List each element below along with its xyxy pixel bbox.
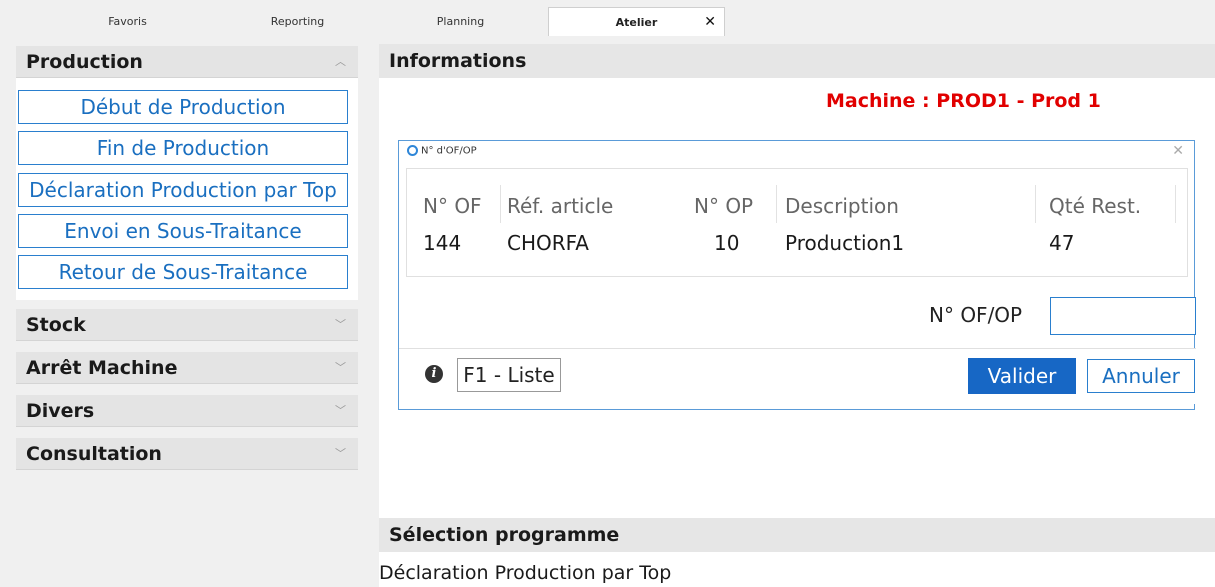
retour-sous-traitance-button[interactable]: Retour de Sous-Traitance — [18, 255, 348, 289]
debut-production-button[interactable]: Début de Production — [18, 90, 348, 124]
info-icon[interactable]: i — [425, 365, 443, 383]
column-separator — [1175, 185, 1176, 223]
section-stock-header[interactable]: Stock ﹀ — [16, 309, 358, 341]
f1-liste-button[interactable]: F1 - Liste — [457, 358, 561, 392]
cell-ref-article: CHORFA — [507, 231, 589, 255]
declaration-production-button[interactable]: Déclaration Production par Top — [18, 173, 348, 207]
right-panel: Informations Machine : PROD1 - Prod 1 N°… — [379, 44, 1215, 587]
column-header-of[interactable]: N° OF — [423, 194, 482, 218]
section-title: Production — [26, 51, 143, 73]
section-title: Stock — [26, 314, 86, 336]
close-icon[interactable]: ✕ — [1172, 143, 1184, 159]
production-actions: Début de Production Fin de Production Dé… — [16, 78, 358, 300]
chevron-down-icon: ﹀ — [335, 404, 346, 417]
of-op-input-label: N° OF/OP — [929, 303, 1023, 327]
column-separator — [1035, 185, 1036, 223]
column-separator — [500, 185, 501, 223]
selection-programme-value: Déclaration Production par Top — [379, 562, 672, 584]
cell-op: 10 — [714, 231, 740, 255]
column-header-description[interactable]: Description — [785, 194, 899, 218]
column-separator — [776, 185, 777, 223]
dialog-footer: i F1 - Liste Valider Annuler — [399, 348, 1196, 404]
tab-label: Atelier — [615, 16, 658, 29]
selection-programme-header: Sélection programme — [379, 518, 1215, 552]
chevron-down-icon: ﹀ — [335, 318, 346, 331]
tab-atelier[interactable]: Atelier ✕ — [548, 7, 725, 36]
section-arret-machine-header[interactable]: Arrêt Machine ﹀ — [16, 352, 358, 384]
tab-label: Favoris — [108, 15, 147, 28]
cell-description: Production1 — [785, 231, 905, 255]
chevron-down-icon: ﹀ — [335, 361, 346, 374]
section-title: Divers — [26, 400, 95, 422]
section-title: Arrêt Machine — [26, 357, 178, 379]
cell-of: 144 — [423, 231, 462, 255]
of-op-input[interactable] — [1050, 297, 1196, 335]
tab-reporting[interactable]: Reporting — [210, 10, 385, 34]
chevron-down-icon: ﹀ — [335, 447, 346, 460]
section-divers-header[interactable]: Divers ﹀ — [16, 395, 358, 427]
left-panel: Production ︿ Début de Production Fin de … — [16, 44, 358, 587]
annuler-button[interactable]: Annuler — [1087, 359, 1195, 393]
fin-production-button[interactable]: Fin de Production — [18, 131, 348, 165]
machine-label: Machine : PROD1 - Prod 1 — [826, 90, 1101, 112]
envoi-sous-traitance-button[interactable]: Envoi en Sous-Traitance — [18, 214, 348, 248]
close-icon[interactable]: ✕ — [704, 8, 716, 37]
cell-qte-rest: 47 — [1049, 231, 1075, 255]
of-op-dialog: N° d'OF/OP ✕ N° OF Réf. article N° OP De… — [398, 140, 1196, 410]
column-header-op[interactable]: N° OP — [694, 194, 753, 218]
column-header-ref-article[interactable]: Réf. article — [507, 194, 613, 218]
tab-label: Planning — [436, 15, 485, 28]
section-consultation-header[interactable]: Consultation ﹀ — [16, 438, 358, 470]
tab-planning[interactable]: Planning — [373, 10, 548, 34]
valider-button[interactable]: Valider — [968, 358, 1076, 394]
column-header-qte-rest[interactable]: Qté Rest. — [1049, 194, 1141, 218]
tab-bar: Favoris Reporting Planning Atelier ✕ — [0, 0, 1215, 36]
dialog-title: N° d'OF/OP — [407, 145, 477, 157]
chevron-up-icon: ︿ — [335, 55, 346, 68]
tab-favoris[interactable]: Favoris — [40, 10, 215, 34]
dialog-title-text: N° d'OF/OP — [421, 145, 477, 157]
of-op-table: N° OF Réf. article N° OP Description Qté… — [406, 168, 1188, 277]
section-title: Consultation — [26, 443, 162, 465]
tab-label: Reporting — [270, 15, 325, 28]
section-production-header[interactable]: Production ︿ — [16, 46, 358, 78]
informations-header: Informations — [379, 44, 1215, 78]
app-logo-icon — [407, 145, 418, 156]
